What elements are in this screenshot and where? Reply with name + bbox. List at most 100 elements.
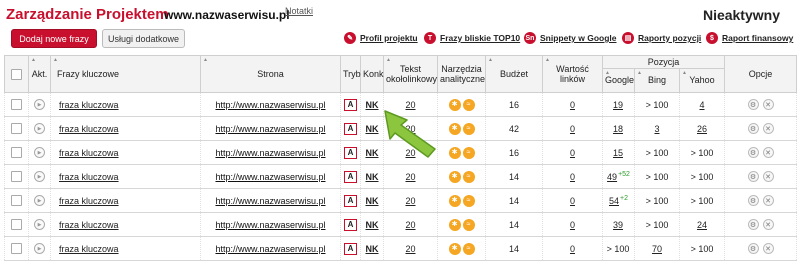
header-site[interactable]: ▲ Strona	[200, 55, 341, 93]
chart-icon[interactable]: ≈	[462, 98, 475, 111]
konk-link[interactable]: NK	[366, 172, 379, 182]
bulb-icon[interactable]: ✱	[448, 242, 461, 255]
site-link[interactable]: http://www.nazwaserwisu.pl	[215, 196, 325, 206]
anchor-text-link[interactable]: 20	[405, 244, 415, 254]
top10-phrases-link[interactable]: T Frazy bliskie TOP10	[424, 32, 520, 44]
bing-position[interactable]: > 100	[646, 196, 669, 206]
mode-badge[interactable]: A	[344, 242, 357, 255]
project-profile-link[interactable]: ✎ Profil projektu	[344, 32, 418, 44]
konk-link[interactable]: NK	[366, 196, 379, 206]
bing-position[interactable]: > 100	[646, 148, 669, 158]
keyword-link[interactable]: fraza kluczowa	[59, 148, 119, 158]
anchor-text-link[interactable]: 20	[405, 100, 415, 110]
close-icon[interactable]: ✕	[762, 171, 774, 183]
keyword-link[interactable]: fraza kluczowa	[59, 100, 119, 110]
chart-icon[interactable]: ≈	[462, 122, 475, 135]
keyword-link[interactable]: fraza kluczowa	[59, 124, 119, 134]
position-reports-link[interactable]: ▤ Raporty pozycji	[622, 32, 701, 44]
settings-icon[interactable]: ⚙	[747, 147, 759, 159]
header-google[interactable]: ▲ Google	[602, 68, 635, 93]
bulb-icon[interactable]: ✱	[448, 170, 461, 183]
header-budget[interactable]: ▲ Budżet	[485, 55, 543, 93]
site-link[interactable]: http://www.nazwaserwisu.pl	[215, 100, 325, 110]
bing-position[interactable]: > 100	[646, 172, 669, 182]
site-link[interactable]: http://www.nazwaserwisu.pl	[215, 220, 325, 230]
row-checkbox[interactable]	[11, 123, 22, 135]
links-value-link[interactable]: 0	[570, 148, 575, 158]
header-text[interactable]: ▲ Tekst okołolinkowy	[383, 55, 438, 93]
play-icon[interactable]: ▶	[34, 147, 45, 159]
yahoo-position[interactable]: 24	[697, 220, 707, 230]
site-link[interactable]: http://www.nazwaserwisu.pl	[215, 148, 325, 158]
yahoo-position[interactable]: 4	[699, 100, 704, 110]
konk-link[interactable]: NK	[366, 124, 379, 134]
mode-badge[interactable]: A	[344, 98, 357, 111]
konk-link[interactable]: NK	[366, 148, 379, 158]
select-all-checkbox[interactable]	[11, 68, 22, 80]
play-icon[interactable]: ▶	[34, 195, 45, 207]
play-icon[interactable]: ▶	[34, 243, 45, 255]
google-snippets-link[interactable]: Sn Snippety w Google	[524, 32, 617, 44]
row-checkbox[interactable]	[11, 219, 22, 231]
yahoo-position[interactable]: > 100	[691, 148, 714, 158]
settings-icon[interactable]: ⚙	[747, 243, 759, 255]
yahoo-position[interactable]: > 100	[691, 244, 714, 254]
links-value-link[interactable]: 0	[570, 100, 575, 110]
anchor-text-link[interactable]: 20	[405, 196, 415, 206]
play-icon[interactable]: ▶	[34, 219, 45, 231]
chart-icon[interactable]: ≈	[462, 218, 475, 231]
bing-position[interactable]: 3	[654, 124, 659, 134]
keyword-link[interactable]: fraza kluczowa	[59, 196, 119, 206]
google-position[interactable]: 15	[613, 148, 623, 158]
play-icon[interactable]: ▶	[34, 171, 45, 183]
settings-icon[interactable]: ⚙	[747, 171, 759, 183]
yahoo-position[interactable]: > 100	[691, 172, 714, 182]
bulb-icon[interactable]: ✱	[448, 146, 461, 159]
links-value-link[interactable]: 0	[570, 196, 575, 206]
links-value-link[interactable]: 0	[570, 124, 575, 134]
financial-report-link[interactable]: $ Raport finansowy	[706, 32, 793, 44]
chart-icon[interactable]: ≈	[462, 170, 475, 183]
header-mode[interactable]: Tryb	[340, 55, 361, 93]
yahoo-position[interactable]: > 100	[691, 196, 714, 206]
anchor-text-link[interactable]: 20	[405, 220, 415, 230]
row-checkbox[interactable]	[11, 243, 22, 255]
header-bing[interactable]: ▲ Bing	[634, 68, 680, 93]
konk-link[interactable]: NK	[366, 100, 379, 110]
google-position[interactable]: 49	[607, 172, 617, 182]
bulb-icon[interactable]: ✱	[448, 194, 461, 207]
google-position[interactable]: 54	[609, 196, 619, 206]
settings-icon[interactable]: ⚙	[747, 99, 759, 111]
play-icon[interactable]: ▶	[34, 99, 45, 111]
play-icon[interactable]: ▶	[34, 123, 45, 135]
google-position[interactable]: 18	[613, 124, 623, 134]
chart-icon[interactable]: ≈	[462, 242, 475, 255]
site-link[interactable]: http://www.nazwaserwisu.pl	[215, 124, 325, 134]
row-checkbox[interactable]	[11, 171, 22, 183]
bulb-icon[interactable]: ✱	[448, 122, 461, 135]
header-yahoo[interactable]: ▲ Yahoo	[679, 68, 725, 93]
close-icon[interactable]: ✕	[762, 123, 774, 135]
header-konk[interactable]: Konk.	[360, 55, 386, 93]
settings-icon[interactable]: ⚙	[747, 219, 759, 231]
header-keywords[interactable]: ▲ Frazy kluczowe	[50, 55, 201, 93]
konk-link[interactable]: NK	[366, 244, 379, 254]
close-icon[interactable]: ✕	[762, 147, 774, 159]
keyword-link[interactable]: fraza kluczowa	[59, 172, 119, 182]
site-link[interactable]: http://www.nazwaserwisu.pl	[215, 244, 325, 254]
notes-link[interactable]: Notatki	[285, 6, 313, 16]
row-checkbox[interactable]	[11, 99, 22, 111]
header-links-value[interactable]: ▲ Wartość linków	[542, 55, 603, 93]
google-position[interactable]: > 100	[607, 244, 630, 254]
row-checkbox[interactable]	[11, 195, 22, 207]
google-position[interactable]: 19	[613, 100, 623, 110]
mode-badge[interactable]: A	[344, 218, 357, 231]
chart-icon[interactable]: ≈	[462, 146, 475, 159]
mode-badge[interactable]: A	[344, 170, 357, 183]
site-link[interactable]: http://www.nazwaserwisu.pl	[215, 172, 325, 182]
bing-position[interactable]: 70	[652, 244, 662, 254]
yahoo-position[interactable]: 26	[697, 124, 707, 134]
keyword-link[interactable]: fraza kluczowa	[59, 244, 119, 254]
header-akt[interactable]: ▲ Akt.	[28, 55, 51, 93]
konk-link[interactable]: NK	[366, 220, 379, 230]
